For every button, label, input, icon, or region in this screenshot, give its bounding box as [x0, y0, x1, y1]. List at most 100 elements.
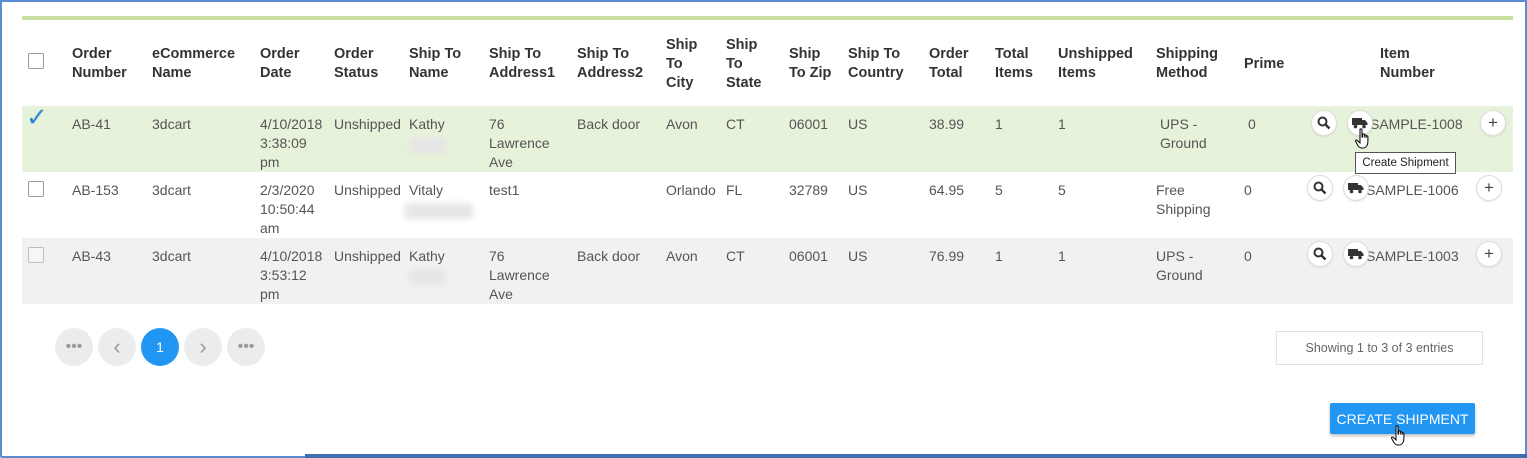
order-date-cell: 2/3/2020 10:50:44 am — [260, 182, 315, 236]
country-cell: US — [848, 248, 868, 264]
table-row[interactable]: AB-43 3dcart 4/10/2018 3:53:12 pm Unship… — [22, 238, 1513, 304]
ship-name-text: Vitaly — [409, 182, 443, 198]
ecommerce-cell: 3dcart — [152, 116, 191, 132]
header-total-items[interactable]: Total Items — [989, 22, 1052, 106]
header-ship-to-state[interactable]: Ship To State — [720, 22, 783, 106]
search-icon[interactable] — [1307, 175, 1333, 201]
state-cell: CT — [726, 248, 745, 264]
ship-to-name-cell: Kathy — [403, 238, 483, 304]
plus-icon[interactable]: + — [1476, 175, 1502, 201]
header-add — [1474, 22, 1513, 106]
country-cell: US — [848, 116, 868, 132]
zip-cell: 32789 — [789, 182, 828, 198]
entries-info: Showing 1 to 3 of 3 entries — [1276, 331, 1483, 365]
prime-cell: 0 — [1244, 248, 1252, 264]
last-page-button[interactable]: ••• — [227, 328, 265, 366]
create-shipment-tooltip: Create Shipment — [1355, 152, 1456, 174]
checkmark-icon[interactable]: ✓ — [26, 104, 48, 130]
table-header-row: Order Number eCommerce Name Order Date O… — [22, 22, 1513, 106]
row-select-cell[interactable] — [22, 238, 66, 304]
prev-page-button[interactable]: ‹ — [98, 328, 136, 366]
next-page-button[interactable]: › — [184, 328, 222, 366]
header-order-status[interactable]: Order Status — [328, 22, 403, 106]
address2-cell — [571, 172, 660, 238]
row-checkbox[interactable] — [28, 247, 44, 263]
address1-cell: 76 Lawrence Ave — [489, 116, 550, 170]
hand-cursor-icon — [1355, 128, 1369, 149]
header-order-total[interactable]: Order Total — [923, 22, 989, 106]
total-items-cell: 5 — [995, 182, 1003, 198]
header-select-all[interactable] — [22, 22, 66, 106]
redacted-surname — [409, 269, 445, 285]
bottom-border — [305, 454, 1527, 458]
city-cell: Avon — [666, 116, 698, 132]
header-ship-to-address1[interactable]: Ship To Address1 — [483, 22, 571, 106]
state-cell: CT — [726, 116, 745, 132]
order-status-cell: Unshipped — [334, 116, 401, 132]
ecommerce-cell: 3dcart — [152, 182, 191, 198]
order-total-cell: 76.99 — [929, 248, 965, 264]
shipping-method-cell: Free Shipping — [1156, 182, 1211, 217]
order-date-cell: 4/10/2018 3:38:09 pm — [260, 116, 323, 170]
order-number-cell: AB-43 — [72, 248, 111, 264]
search-icon[interactable] — [1311, 110, 1337, 136]
order-date-cell: 4/10/2018 3:53:12 pm — [260, 248, 323, 302]
address1-cell: 76 Lawrence Ave — [489, 248, 550, 302]
header-ecommerce-name[interactable]: eCommerce Name — [146, 22, 254, 106]
header-ship-to-country[interactable]: Ship To Country — [842, 22, 923, 106]
header-order-number[interactable]: Order Number — [66, 22, 146, 106]
table-row[interactable]: ✓ AB-41 3dcart 4/10/2018 3:38:09 pm Unsh… — [22, 104, 1513, 172]
total-items-cell: 1 — [995, 248, 1003, 264]
truck-icon[interactable] — [1343, 175, 1369, 201]
redacted-surname — [405, 203, 473, 219]
order-total-cell: 64.95 — [929, 182, 965, 198]
row-select-cell[interactable]: ✓ — [22, 104, 66, 172]
hand-cursor-icon — [1391, 425, 1405, 446]
unshipped-items-cell: 5 — [1058, 182, 1066, 198]
country-cell: US — [848, 182, 868, 198]
header-shipping-method[interactable]: Shipping Method — [1150, 22, 1238, 106]
header-ship-to-city[interactable]: Ship To City — [660, 22, 720, 106]
zip-cell: 06001 — [789, 116, 828, 132]
search-icon[interactable] — [1307, 241, 1333, 267]
header-actions — [1300, 22, 1366, 106]
top-rule — [22, 16, 1513, 20]
header-order-date[interactable]: Order Date — [254, 22, 328, 106]
plus-icon[interactable]: + — [1476, 241, 1502, 267]
header-item-number[interactable]: Item Number — [1366, 22, 1474, 106]
order-status-cell: Unshipped — [334, 182, 401, 198]
address2-cell: Back door — [577, 248, 641, 264]
ship-name-text: Kathy — [409, 248, 445, 264]
ship-to-name-cell: Kathy — [403, 106, 483, 172]
header-ship-to-zip[interactable]: Ship To Zip — [783, 22, 842, 106]
address1-cell: test1 — [489, 182, 520, 198]
first-page-button[interactable]: ••• — [55, 328, 93, 366]
redacted-surname — [409, 137, 447, 153]
unshipped-items-cell: 1 — [1058, 248, 1066, 264]
city-cell: Avon — [666, 248, 698, 264]
zip-cell: 06001 — [789, 248, 828, 264]
unshipped-items-cell: 1 — [1058, 116, 1066, 132]
row-select-cell[interactable] — [22, 172, 66, 238]
orders-table: Order Number eCommerce Name Order Date O… — [22, 22, 1513, 304]
prime-cell: 0 — [1244, 182, 1252, 198]
order-number-cell: AB-153 — [72, 182, 119, 198]
truck-icon[interactable] — [1343, 241, 1369, 267]
page-1-button[interactable]: 1 — [141, 328, 179, 366]
header-prime[interactable]: Prime — [1238, 22, 1300, 106]
item-number-cell: SAMPLE-1006 — [1366, 182, 1459, 198]
header-ship-to-name[interactable]: Ship To Name — [403, 22, 483, 106]
header-unshipped-items[interactable]: Unshipped Items — [1052, 22, 1150, 106]
state-cell: FL — [726, 182, 743, 198]
address2-cell: Back door — [577, 116, 641, 132]
order-status-cell: Unshipped — [334, 248, 401, 264]
city-cell: Orlando — [666, 182, 716, 198]
table-row[interactable]: AB-153 3dcart 2/3/2020 10:50:44 am Unshi… — [22, 172, 1513, 238]
order-number-cell: AB-41 — [72, 116, 111, 132]
plus-icon[interactable]: + — [1480, 110, 1506, 136]
item-number-cell: SAMPLE-1003 — [1366, 248, 1459, 264]
header-ship-to-address2[interactable]: Ship To Address2 — [571, 22, 660, 106]
order-total-cell: 38.99 — [929, 116, 965, 132]
row-checkbox[interactable] — [28, 181, 44, 197]
select-all-checkbox[interactable] — [28, 53, 44, 69]
